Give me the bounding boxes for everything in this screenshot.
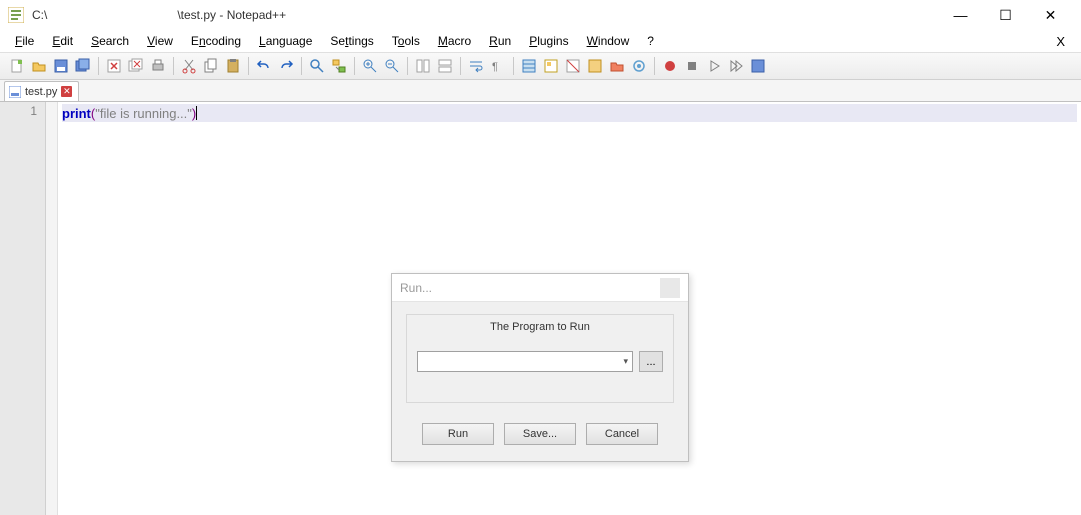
copy-icon[interactable] (202, 57, 220, 75)
tab-close-icon[interactable]: ✕ (61, 86, 72, 97)
maximize-button[interactable]: ☐ (983, 0, 1028, 30)
run-dialog: Run... The Program to Run ▾ ... Run Save… (391, 273, 689, 462)
menu-edit[interactable]: Edit (43, 32, 82, 50)
doc-map-icon[interactable] (564, 57, 582, 75)
new-file-icon[interactable] (8, 57, 26, 75)
menu-help[interactable]: ? (638, 32, 663, 50)
stop-icon[interactable] (683, 57, 701, 75)
replace-icon[interactable] (330, 57, 348, 75)
caret (196, 106, 197, 120)
save-macro-icon[interactable] (749, 57, 767, 75)
run-button[interactable]: Run (422, 423, 494, 445)
sync-h-icon[interactable] (436, 57, 454, 75)
menu-settings[interactable]: Settings (321, 32, 382, 50)
monitor-icon[interactable] (630, 57, 648, 75)
titlebar: C:\ \test.py - Notepad++ — ☐ ✕ (0, 0, 1081, 30)
menu-run[interactable]: Run (480, 32, 520, 50)
func-list-icon[interactable] (586, 57, 604, 75)
menu-view[interactable]: View (138, 32, 182, 50)
svg-text:¶: ¶ (492, 61, 498, 73)
code-line-1: print("file is running...") (62, 104, 1077, 122)
save-all-icon[interactable] (74, 57, 92, 75)
group-label: The Program to Run (417, 321, 663, 333)
indent-guide-icon[interactable] (520, 57, 538, 75)
menu-language[interactable]: Language (250, 32, 321, 50)
menu-window[interactable]: Window (578, 32, 639, 50)
menubar: File Edit Search View Encoding Language … (0, 30, 1081, 52)
close-all-icon[interactable] (127, 57, 145, 75)
dialog-title: Run... (400, 281, 432, 295)
cancel-button[interactable]: Cancel (586, 423, 658, 445)
program-group: The Program to Run ▾ ... (406, 314, 674, 403)
close-window-button[interactable]: ✕ (1028, 0, 1073, 30)
folder-icon[interactable] (608, 57, 626, 75)
tabbar: test.py ✕ (0, 80, 1081, 102)
browse-button[interactable]: ... (639, 351, 663, 372)
line-number: 1 (0, 104, 37, 118)
fold-margin (46, 102, 58, 515)
program-combobox[interactable]: ▾ (417, 351, 633, 372)
titlebar-path: C:\ (32, 8, 47, 22)
close-file-icon[interactable] (105, 57, 123, 75)
menu-macro[interactable]: Macro (429, 32, 480, 50)
show-chars-icon[interactable]: ¶ (489, 57, 507, 75)
save-button[interactable]: Save... (504, 423, 576, 445)
find-icon[interactable] (308, 57, 326, 75)
menu-search[interactable]: Search (82, 32, 138, 50)
udl-icon[interactable] (542, 57, 560, 75)
sync-v-icon[interactable] (414, 57, 432, 75)
zoom-out-icon[interactable] (383, 57, 401, 75)
menu-plugins[interactable]: Plugins (520, 32, 577, 50)
tab-label: test.py (25, 86, 57, 98)
cut-icon[interactable] (180, 57, 198, 75)
wordwrap-icon[interactable] (467, 57, 485, 75)
menu-file[interactable]: File (6, 32, 43, 50)
menu-encoding[interactable]: Encoding (182, 32, 250, 50)
gutter: 1 (0, 102, 46, 515)
dialog-close-button[interactable] (660, 278, 680, 298)
token-keyword: print (62, 106, 91, 121)
print-icon[interactable] (149, 57, 167, 75)
toolbar: ¶ (0, 52, 1081, 80)
minimize-button[interactable]: — (938, 0, 983, 30)
titlebar-title: \test.py - Notepad++ (177, 8, 286, 22)
chevron-down-icon: ▾ (623, 356, 628, 367)
record-icon[interactable] (661, 57, 679, 75)
play-icon[interactable] (705, 57, 723, 75)
menu-tools[interactable]: Tools (383, 32, 429, 50)
undo-icon[interactable] (255, 57, 273, 75)
dialog-titlebar: Run... (392, 274, 688, 302)
open-file-icon[interactable] (30, 57, 48, 75)
redo-icon[interactable] (277, 57, 295, 75)
save-icon[interactable] (52, 57, 70, 75)
menu-close-x[interactable]: X (1046, 32, 1075, 51)
app-icon (8, 7, 24, 23)
file-icon (9, 86, 21, 98)
zoom-in-icon[interactable] (361, 57, 379, 75)
tab-test-py[interactable]: test.py ✕ (4, 81, 79, 101)
token-string: "file is running..." (95, 106, 192, 121)
paste-icon[interactable] (224, 57, 242, 75)
play-multi-icon[interactable] (727, 57, 745, 75)
